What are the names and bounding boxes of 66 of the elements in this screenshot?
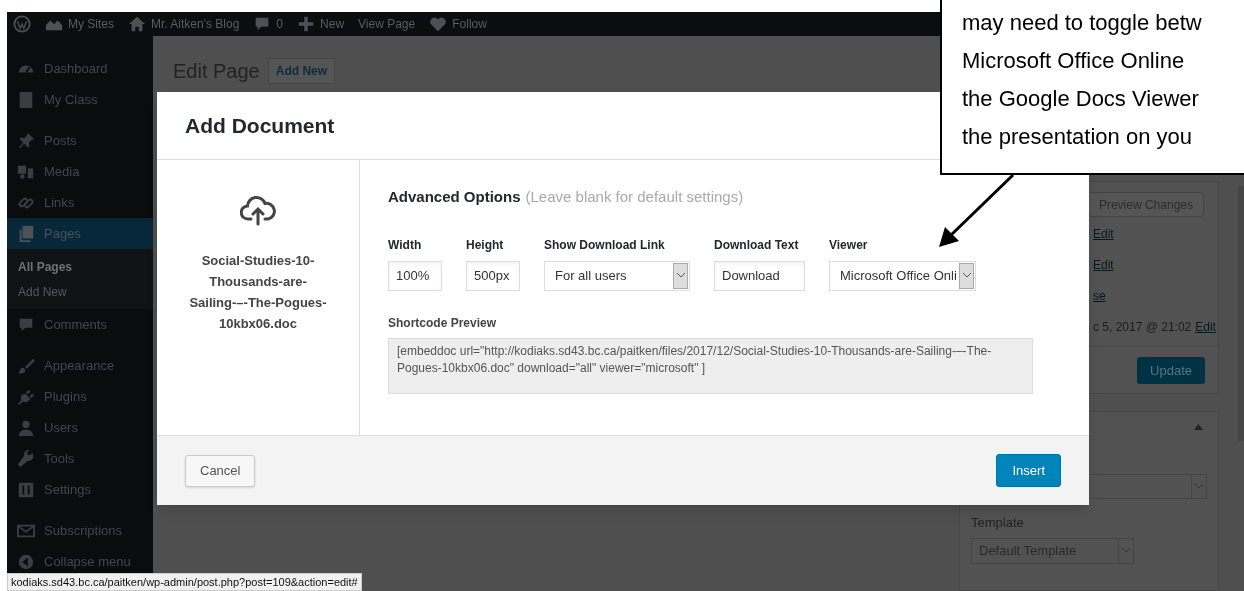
- toolbar-link[interactable]: Mr. Aitken's Blog: [128, 15, 240, 33]
- book-icon: [17, 90, 35, 109]
- sliders-icon: [17, 480, 35, 499]
- update-button[interactable]: Update: [1137, 357, 1205, 384]
- sidebar-item[interactable]: Media: [7, 156, 153, 187]
- pushpin-icon: [17, 131, 35, 150]
- sidebar-item[interactable]: My Class: [7, 84, 153, 115]
- edit-link[interactable]: Edit: [1093, 256, 1114, 274]
- collapse-triangle-icon[interactable]: [1194, 424, 1203, 430]
- caret-icon: [1195, 484, 1203, 489]
- shortcode-label: Shortcode Preview: [388, 314, 498, 332]
- toolbar-link[interactable]: My Sites: [45, 15, 114, 33]
- section-hint: (Leave blank for default settings): [525, 187, 744, 207]
- cloud-upload-icon: [240, 194, 276, 226]
- sidebar-item[interactable]: Dashboard: [7, 53, 153, 84]
- field-label: Show Download Link: [544, 236, 666, 254]
- sidebar-item[interactable]: Links: [7, 187, 153, 218]
- sidebar-item[interactable]: Comments: [7, 309, 153, 340]
- sidebar-item[interactable]: Users: [7, 412, 153, 443]
- edit-link[interactable]: Edit: [1195, 318, 1216, 336]
- plug-icon: [17, 387, 35, 406]
- file-name: Social-Studies-10-Thousands-are-Sailing-–-The-Pogues-10kbx06.doc: [188, 252, 328, 333]
- sidebar-item[interactable]: Plugins: [7, 381, 153, 412]
- edit-link[interactable]: se: [1093, 287, 1106, 305]
- dialog-title: Add Document: [185, 112, 335, 139]
- sidebar-item[interactable]: Subscriptions: [7, 515, 153, 546]
- caret-icon: [962, 273, 971, 278]
- toolbar-link[interactable]: Follow: [429, 15, 487, 33]
- home-icon: [128, 15, 146, 33]
- shortcode-field[interactable]: [embeddoc url="http://kodiaks.sd43.bc.ca/paitken/files/2017/12/Social-Studies-10-Thousands-are-Sailing-–-The-Pogues-10kbx06.doc" download="all" viewer="microsoft" ]: [388, 337, 1033, 394]
- status-url: kodiaks.sd43.bc.ca/paitken/wp-admin/post.php?post=109&action=edit#: [7, 573, 362, 591]
- submenu-item[interactable]: Add New: [7, 279, 153, 304]
- toolbar-link[interactable]: View Page: [358, 15, 416, 33]
- field-label: Download Text: [714, 236, 800, 254]
- input-field[interactable]: 500px: [466, 260, 520, 291]
- caret-icon: [1122, 548, 1130, 553]
- dropdown[interactable]: Microsoft Office Onli: [829, 260, 976, 291]
- edit-link[interactable]: Edit: [1093, 225, 1114, 243]
- logo-link[interactable]: [13, 15, 31, 33]
- pages-icon: [17, 224, 35, 243]
- sidebar-item[interactable]: Appearance: [7, 350, 153, 381]
- user-icon: [17, 418, 35, 437]
- wrench-icon: [17, 449, 35, 468]
- comments-link[interactable]: 0: [253, 15, 284, 33]
- cancel-button[interactable]: Cancel: [185, 454, 256, 487]
- brush-icon: [17, 356, 35, 375]
- sidebar-item[interactable]: Pages: [7, 218, 153, 249]
- field-label: Height: [466, 236, 505, 254]
- caret-icon: [676, 273, 685, 278]
- toolbar-link[interactable]: New: [297, 15, 345, 33]
- input-field[interactable]: Download: [714, 260, 805, 291]
- plus-icon: [297, 15, 316, 33]
- add-new-button[interactable]: Add New: [267, 58, 336, 84]
- heart-icon: [429, 15, 448, 33]
- logo-icon: [13, 15, 31, 33]
- dropdown[interactable]: For all users: [544, 260, 690, 291]
- sidebar-item[interactable]: Posts: [7, 125, 153, 156]
- field-label: Viewer: [829, 236, 869, 254]
- input-field[interactable]: 100%: [388, 260, 442, 291]
- sidebar-item[interactable]: Settings: [7, 474, 153, 505]
- callout-text: may need to toggle betw Microsoft Office Online the Google Docs Viewer the presentation on you: [962, 9, 1202, 151]
- insert-button[interactable]: Insert: [996, 454, 1061, 487]
- field-label: Width: [388, 236, 423, 254]
- submenu-item[interactable]: All Pages: [7, 254, 153, 279]
- sidebar-item[interactable]: Tools: [7, 443, 153, 474]
- section-heading: Advanced Options: [388, 187, 521, 207]
